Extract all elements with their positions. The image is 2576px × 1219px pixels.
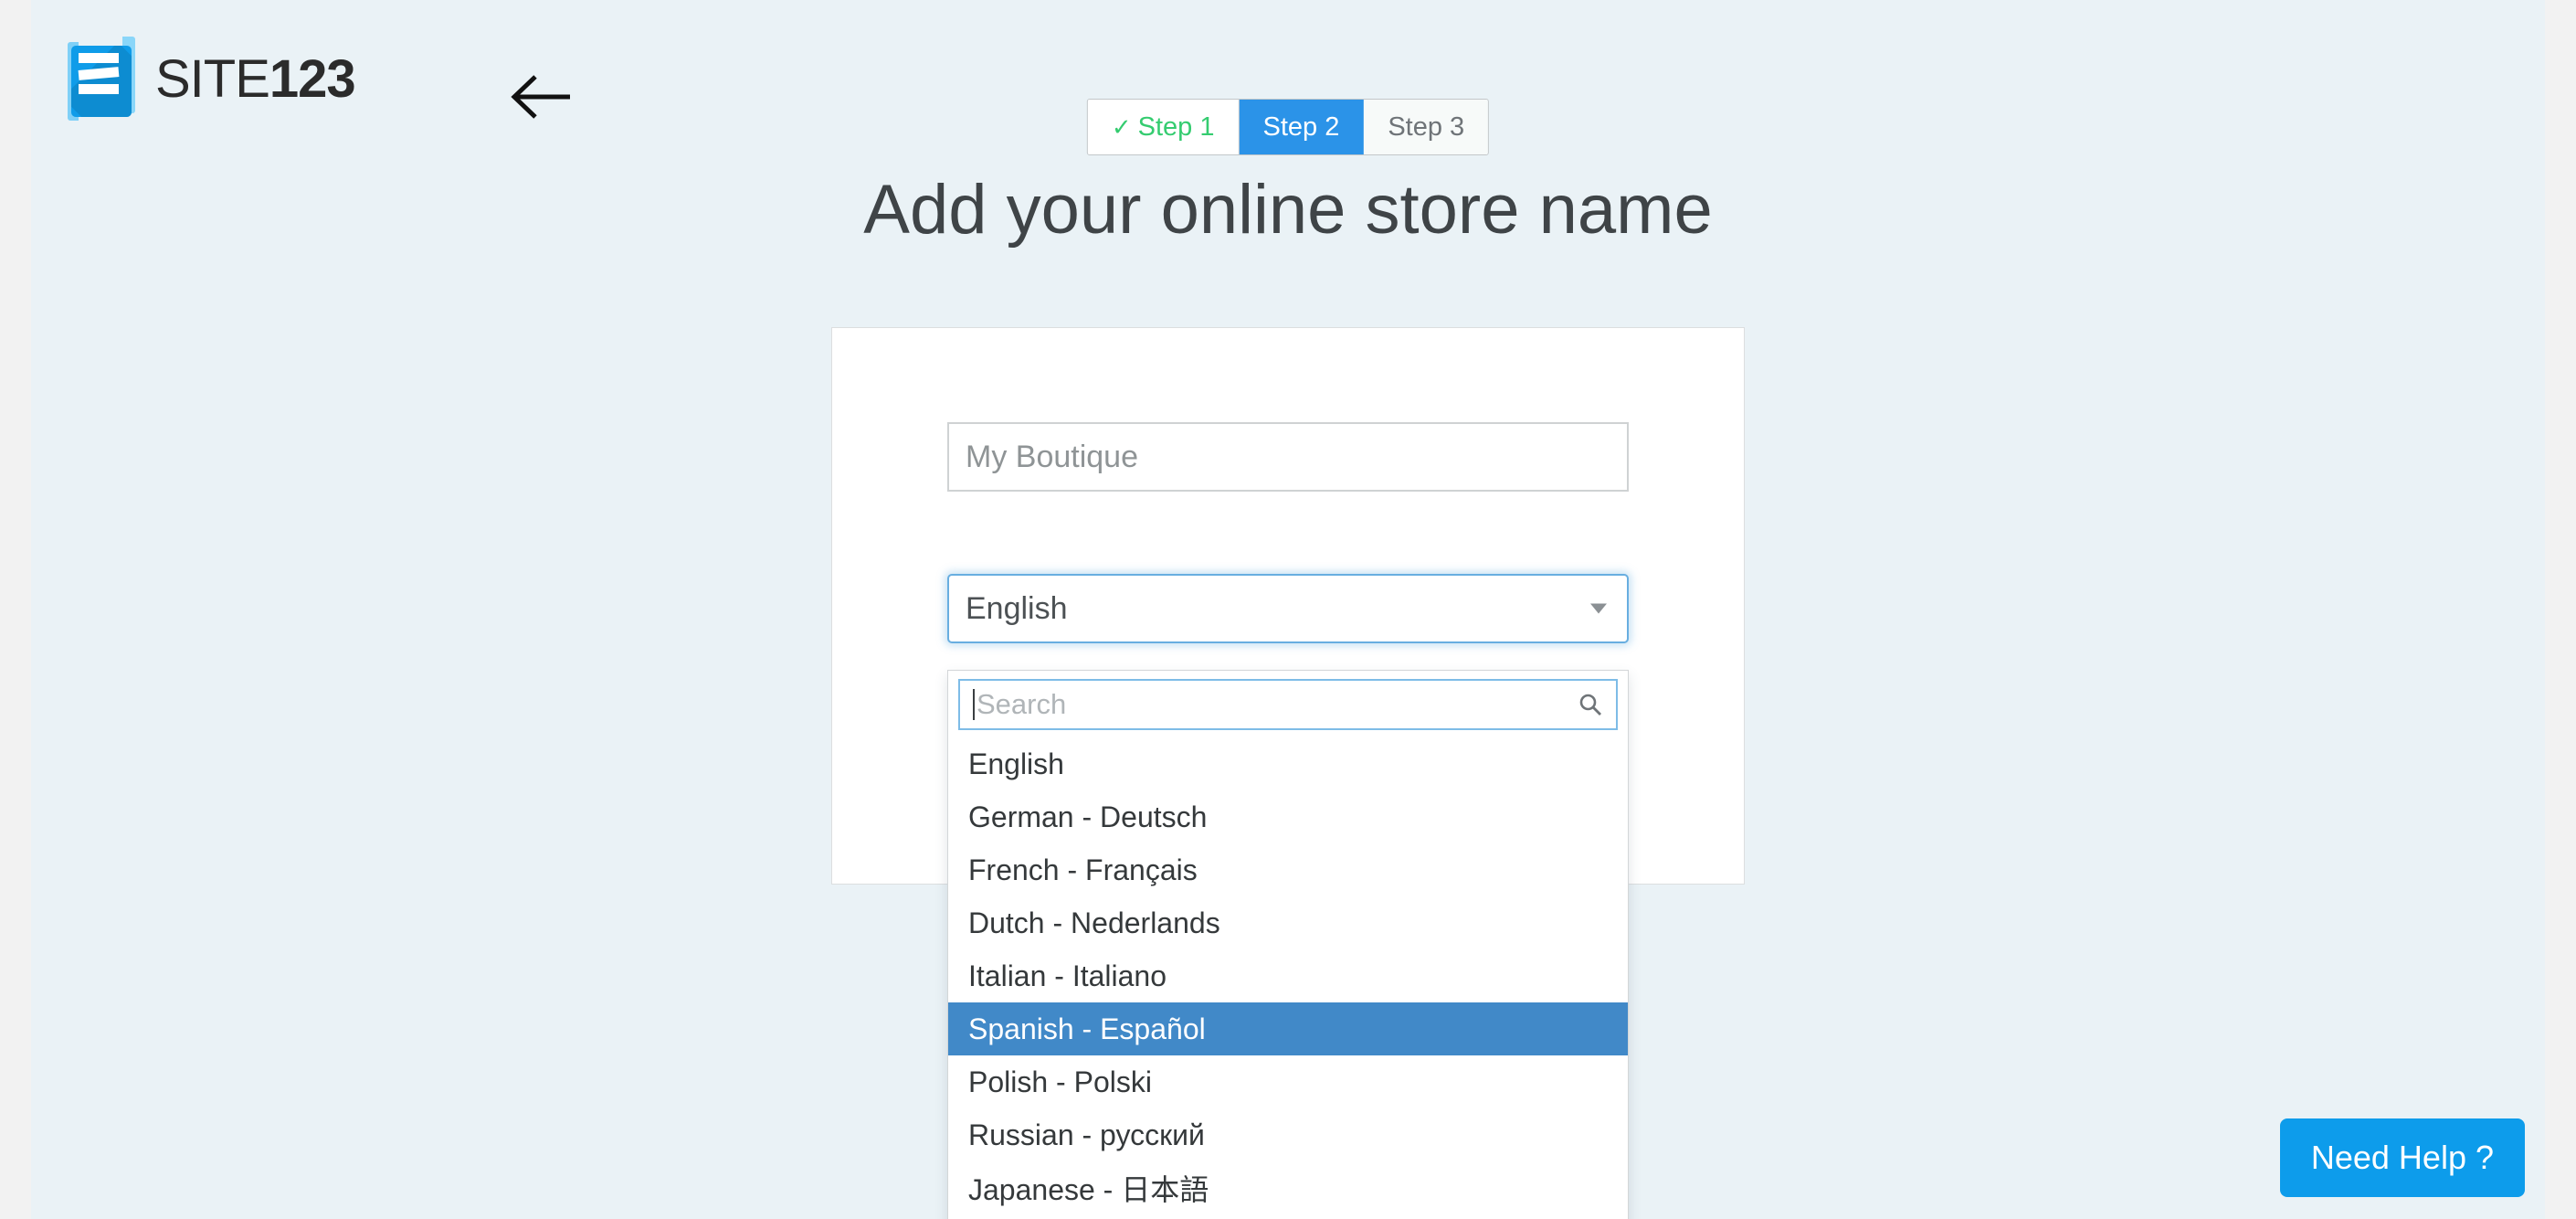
step-1-label: Step 1 xyxy=(1137,111,1215,142)
search-placeholder: Search xyxy=(977,688,1067,720)
option-label: Spanish - Español xyxy=(968,1012,1206,1045)
search-icon xyxy=(1578,692,1603,717)
site123-logo-icon xyxy=(68,37,135,121)
option-label: Polish - Polski xyxy=(968,1065,1152,1098)
list-item[interactable]: Dutch - Nederlands xyxy=(948,896,1628,949)
text-caret xyxy=(973,689,975,720)
list-item-selected[interactable]: Spanish - Español xyxy=(948,1002,1628,1055)
list-item[interactable]: Polish - Polski xyxy=(948,1055,1628,1108)
page-title: Add your online store name xyxy=(863,171,1713,249)
back-arrow-icon[interactable] xyxy=(508,71,575,122)
option-label: Russian - русский xyxy=(968,1118,1205,1151)
list-item[interactable]: Japanese - 日本語 xyxy=(948,1161,1628,1214)
brand-name-thin: SITE xyxy=(155,48,270,109)
step-3-label: Step 3 xyxy=(1388,111,1465,142)
option-label: French - Français xyxy=(968,853,1198,886)
page-canvas: SITE123 ✓ Step 1 Step 2 Step 3 Add your … xyxy=(31,0,2545,1219)
check-icon: ✓ xyxy=(1111,113,1132,141)
dropdown-search-row: Search xyxy=(948,671,1628,737)
option-label: Italian - Italiano xyxy=(968,959,1167,992)
option-label: Japanese - 日本語 xyxy=(968,1173,1209,1206)
step-2-label: Step 2 xyxy=(1262,111,1340,142)
list-item[interactable]: English xyxy=(948,737,1628,790)
list-item[interactable]: German - Deutsch xyxy=(948,790,1628,843)
list-item[interactable]: French - Français xyxy=(948,843,1628,896)
header: SITE123 ✓ Step 1 Step 2 Step 3 xyxy=(31,0,2545,183)
option-label: English xyxy=(968,747,1064,780)
step-3[interactable]: Step 3 xyxy=(1364,100,1489,154)
search-input[interactable]: Search xyxy=(958,679,1618,730)
language-select-display[interactable]: English xyxy=(947,574,1629,643)
option-label: Dutch - Nederlands xyxy=(968,906,1220,939)
brand-name-bold: 123 xyxy=(269,48,356,109)
chevron-down-icon xyxy=(1590,603,1607,614)
list-item[interactable]: Russian - русский xyxy=(948,1108,1628,1161)
store-name-placeholder: My Boutique xyxy=(966,439,1138,474)
list-item[interactable]: Italian - Italiano xyxy=(948,949,1628,1002)
language-dropdown-panel: Search English German - Deutsch French -… xyxy=(947,670,1629,1219)
step-indicator: ✓ Step 1 Step 2 Step 3 xyxy=(1086,99,1490,155)
step-2[interactable]: Step 2 xyxy=(1239,100,1365,154)
brand-wordmark: SITE123 xyxy=(155,48,356,110)
step-1[interactable]: ✓ Step 1 xyxy=(1087,100,1240,154)
need-help-button[interactable]: Need Help ? xyxy=(2279,1118,2525,1197)
logo-bar-bottom xyxy=(79,84,119,94)
logo-bar-top xyxy=(79,53,119,63)
language-select-value: English xyxy=(966,590,1068,626)
option-label: German - Deutsch xyxy=(968,800,1208,833)
store-name-input[interactable]: My Boutique xyxy=(947,422,1629,492)
brand-logo[interactable]: SITE123 xyxy=(68,37,356,121)
